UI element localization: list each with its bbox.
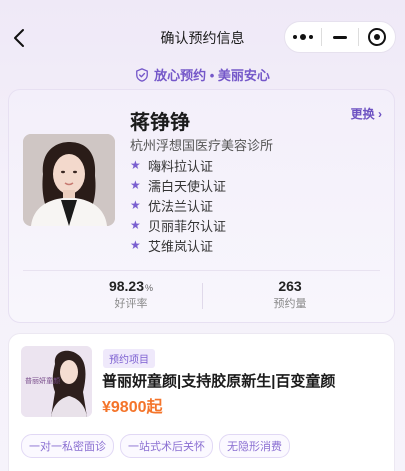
change-doctor-link[interactable]: 更换 ›: [351, 105, 382, 122]
doctor-card: 蒋铮铮 更换 › 杭州浮想国医疗美容诊所 ★ 嗨料拉认证 ★ 濡白天使认证 ★ 优法兰…: [8, 89, 395, 323]
certification-item: ★ 艾维岚认证: [130, 238, 214, 254]
mini-program-capsule: [284, 21, 396, 53]
doctor-name: 蒋铮铮: [130, 112, 190, 134]
project-thumbnail: 普丽妍童颜: [21, 346, 92, 417]
rating-stat: 98.23% 好评率: [71, 278, 191, 311]
project-tag: 预约项目: [103, 349, 155, 368]
close-button[interactable]: [359, 22, 395, 52]
chevron-right-icon: ›: [378, 107, 382, 121]
shield-check-icon: [136, 67, 149, 82]
certification-item: ★ 优法兰认证: [130, 198, 214, 214]
feature-tag: 无隐形消费: [219, 434, 290, 458]
star-icon: ★: [130, 178, 141, 192]
doctor-photo: [23, 134, 115, 226]
star-icon: ★: [130, 198, 141, 212]
certification-item: ★ 嗨料拉认证: [130, 158, 214, 174]
minimize-icon: [333, 35, 347, 39]
project-price: ¥9800起: [102, 399, 163, 416]
certification-list: ★ 嗨料拉认证 ★ 濡白天使认证 ★ 优法兰认证 ★ 贝丽菲尔认证 ★ 艾维岚认证: [130, 155, 226, 255]
change-doctor-label: 更换: [350, 107, 375, 121]
stat-divider: [202, 283, 203, 309]
certification-item: ★ 濡白天使认证: [130, 178, 227, 194]
project-feature-tags: 一对一私密面诊 一站式术后关怀 无隐形消费: [21, 434, 290, 458]
more-dots-icon: [293, 34, 313, 40]
appointments-value: 263: [278, 278, 302, 294]
safety-tagline: 放心预约 • 美丽安心: [0, 65, 405, 84]
project-card[interactable]: 普丽妍童颜 预约项目 普丽妍童颜|支持胶原新生|百变童颜 ¥9800起 一对一私…: [8, 333, 395, 471]
clinic-name: 杭州浮想国医疗美容诊所: [130, 138, 274, 153]
feature-tag: 一站式术后关怀: [120, 434, 213, 458]
minimize-button[interactable]: [322, 22, 358, 52]
rating-label: 好评率: [114, 298, 148, 310]
star-icon: ★: [130, 238, 141, 252]
card-divider: [23, 270, 380, 271]
star-icon: ★: [130, 218, 141, 232]
thumbnail-text: 普丽妍童颜: [25, 376, 60, 385]
appointments-label: 预约量: [273, 298, 307, 310]
appointments-stat: 263 预约量: [230, 278, 350, 311]
rating-value: 98.23%: [108, 278, 154, 294]
star-icon: ★: [130, 158, 141, 172]
tagline-text: 放心预约 • 美丽安心: [154, 68, 270, 83]
more-options-button[interactable]: [285, 22, 321, 52]
project-title: 普丽妍童颜|支持胶原新生|百变童颜: [102, 373, 336, 390]
feature-tag: 一对一私密面诊: [21, 434, 114, 458]
certification-item: ★ 贝丽菲尔认证: [130, 218, 227, 234]
close-target-icon: [368, 28, 386, 46]
